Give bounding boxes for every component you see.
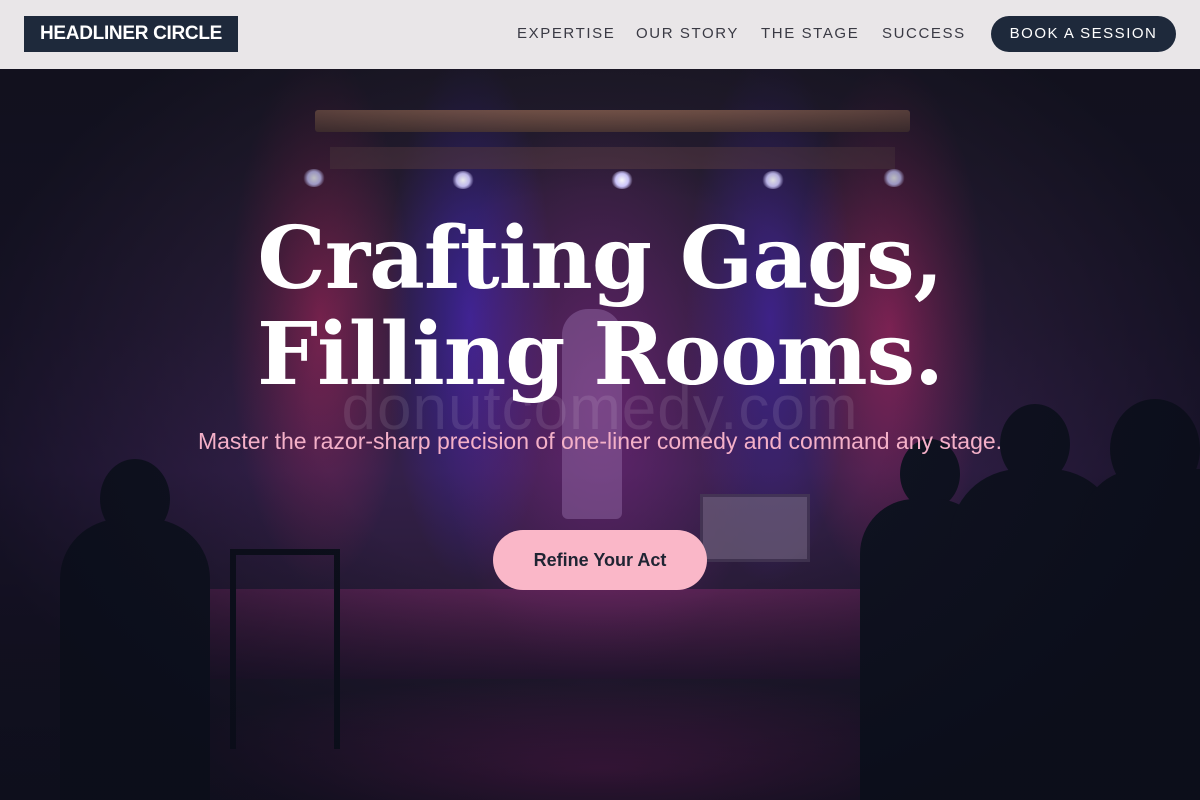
nav-link-success[interactable]: SUCCESS [882,24,966,44]
hero-title-line-1: Crafting Gags, [257,208,943,309]
hero-subtitle: Master the razor-sharp precision of one-… [197,428,1003,454]
hero-section: donutcomedy.com Crafting Gags, Filling R… [0,69,1200,800]
nav-link-expertise[interactable]: EXPERTISE [517,24,615,44]
nav-link-the-stage[interactable]: THE STAGE [761,24,859,44]
book-session-button[interactable]: BOOK A SESSION [991,16,1176,52]
site-header: HEADLINER CIRCLE EXPERTISE OUR STORY THE… [0,0,1200,69]
hero-title-line-2: Filling Rooms. [257,304,944,405]
site-logo[interactable]: HEADLINER CIRCLE [24,16,239,52]
refine-act-button[interactable]: Refine Your Act [493,530,707,590]
nav-link-our-story[interactable]: OUR STORY [636,24,739,44]
hero-title: Crafting Gags, Filling Rooms. [0,211,1200,403]
